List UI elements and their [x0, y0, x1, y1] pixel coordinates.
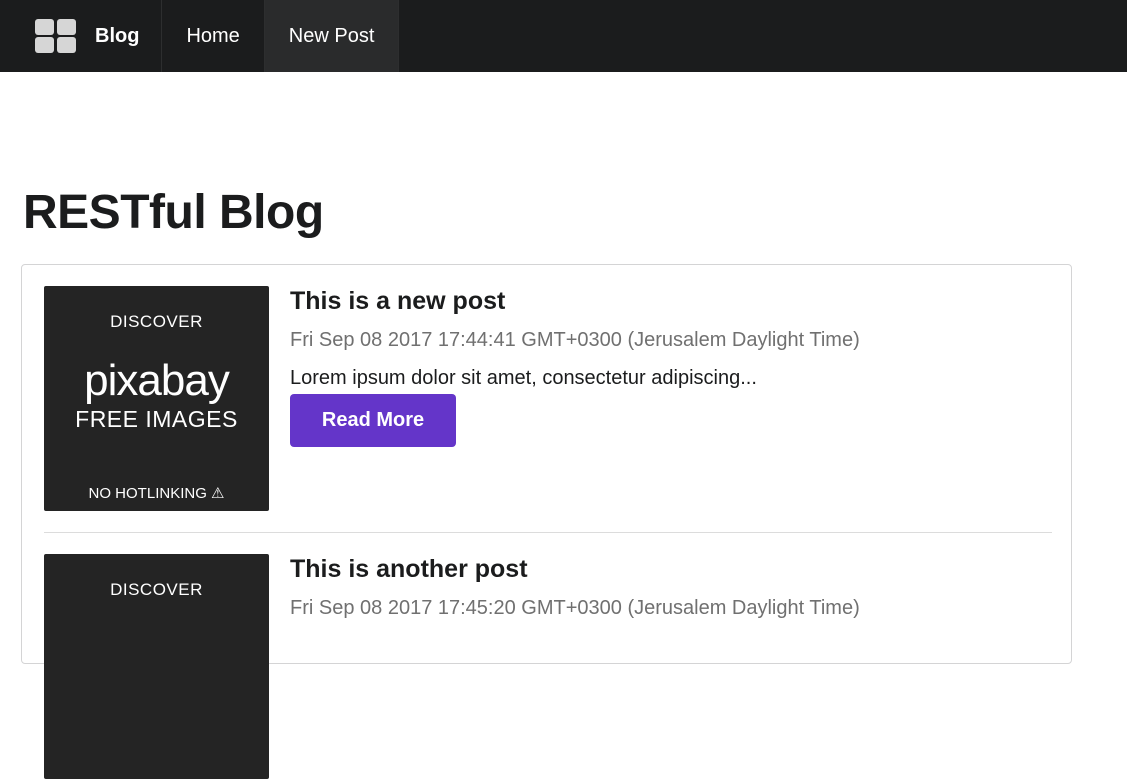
- grid-icon: [35, 19, 76, 53]
- page-title: RESTful Blog: [23, 186, 324, 239]
- brand-link[interactable]: Blog: [0, 0, 163, 72]
- nav-item-home[interactable]: Home: [162, 0, 265, 72]
- top-navbar: Blog Home New Post: [0, 0, 1127, 72]
- post-title[interactable]: This is a new post: [290, 286, 505, 316]
- post-date: Fri Sep 08 2017 17:44:41 GMT+0300 (Jerus…: [290, 329, 860, 351]
- post-divider: [44, 532, 1052, 533]
- nav-item-new-post[interactable]: New Post: [264, 0, 400, 72]
- brand-label: Blog: [95, 24, 140, 47]
- post-list: DISCOVER pixabay FREE IMAGES NO HOTLINKI…: [21, 264, 1072, 779]
- thumbnail-wordmark: pixabay: [84, 356, 230, 405]
- thumbnail-text-discover: DISCOVER: [110, 312, 203, 331]
- post-excerpt: Lorem ipsum dolor sit amet, consectetur …: [290, 367, 757, 389]
- read-more-button[interactable]: Read More: [290, 394, 456, 447]
- post-thumbnail[interactable]: DISCOVER pixabay FREE IMAGES NO HOTLINKI…: [44, 286, 269, 511]
- thumbnail-text-no-hotlinking: NO HOTLINKING ⚠: [88, 485, 225, 502]
- post-thumbnail[interactable]: DISCOVER: [44, 554, 269, 779]
- thumbnail-text-free-images: FREE IMAGES: [75, 406, 238, 432]
- post-title[interactable]: This is another post: [290, 554, 528, 584]
- thumbnail-text-discover: DISCOVER: [110, 580, 203, 599]
